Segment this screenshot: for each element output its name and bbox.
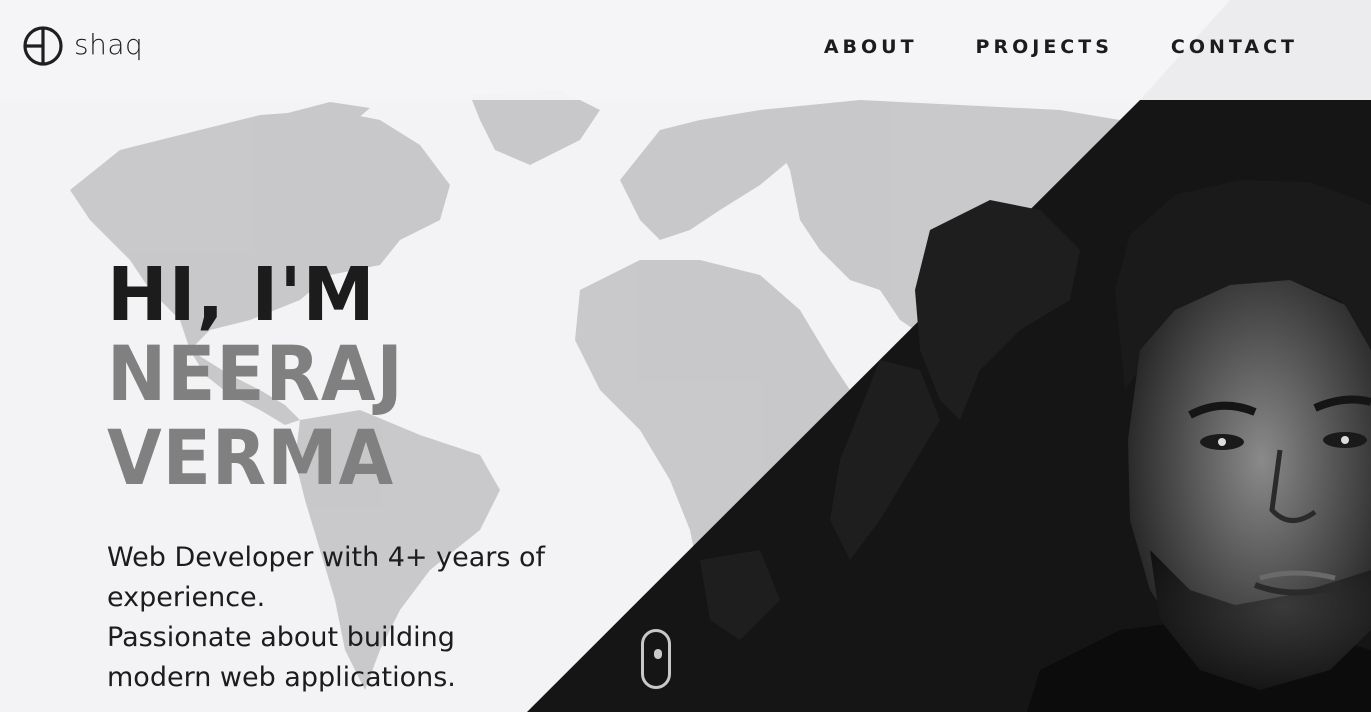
hero-description-line2: Passionate about building modern web app… xyxy=(107,622,456,693)
nav-projects-link[interactable]: PROJECTS xyxy=(976,36,1113,58)
hero-heading: HI, I'M NEERAJ VERMA xyxy=(107,258,426,500)
hero-description-line1: Web Developer with 4+ years of experienc… xyxy=(107,542,546,613)
hero-description: Web Developer with 4+ years of experienc… xyxy=(107,538,567,698)
profile-photo xyxy=(1027,180,1371,712)
hero-greeting: HI, I'M xyxy=(107,252,376,338)
circle-monogram-icon xyxy=(23,26,63,66)
mouse-scroll-icon[interactable] xyxy=(641,629,671,689)
nav-about-link[interactable]: ABOUT xyxy=(824,36,918,58)
main-nav: ABOUT PROJECTS CONTACT xyxy=(824,36,1298,58)
brand-logo[interactable]: shaq xyxy=(22,25,143,67)
nav-contact-link[interactable]: CONTACT xyxy=(1171,36,1298,58)
hero-page: shaq ABOUT PROJECTS CONTACT HI, I'M NEER… xyxy=(0,0,1371,712)
site-header: shaq ABOUT PROJECTS CONTACT xyxy=(0,0,1371,100)
scroll-wheel-dot xyxy=(654,649,662,659)
brand-name: shaq xyxy=(74,27,144,61)
hero-name-last: VERMA xyxy=(107,413,395,502)
hero-name-first: NEERAJ xyxy=(107,329,404,418)
